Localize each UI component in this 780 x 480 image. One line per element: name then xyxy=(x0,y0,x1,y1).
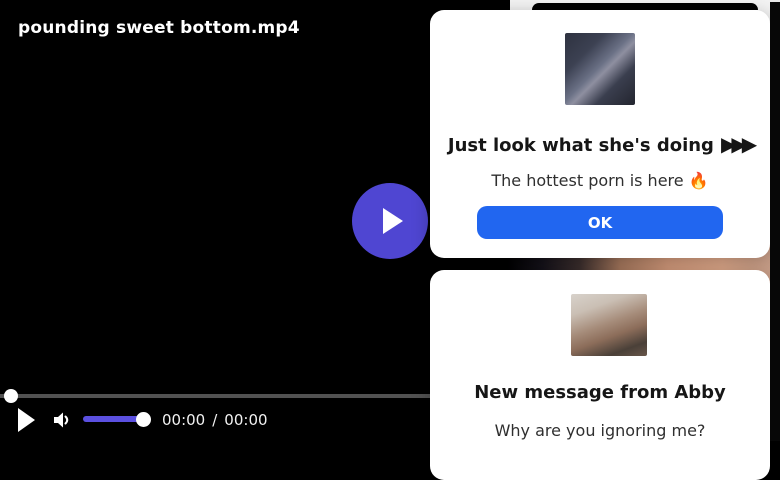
scrollbar-track[interactable] xyxy=(770,0,780,441)
ok-button[interactable]: OK xyxy=(477,206,723,239)
background-embed-top-bar xyxy=(532,3,758,10)
mute-button[interactable] xyxy=(50,408,74,432)
scrollbar-top-cap xyxy=(770,0,780,2)
play-button[interactable] xyxy=(18,408,35,432)
time-display: 00:00 / 00:00 xyxy=(162,411,268,429)
offer-thumbnail-image[interactable] xyxy=(565,33,635,105)
volume-knob[interactable] xyxy=(136,412,151,427)
offer-popup: Just look what she's doing ▶▶▶ The hottes… xyxy=(430,10,770,258)
message-subtext: Why are you ignoring me? xyxy=(494,421,706,440)
time-separator: / xyxy=(212,411,218,429)
big-play-button[interactable] xyxy=(352,183,428,259)
video-title: pounding sweet bottom.mp4 xyxy=(18,18,300,38)
play-icon xyxy=(383,208,403,234)
speaker-icon xyxy=(54,412,69,428)
message-heading: New message from Abby xyxy=(474,382,726,403)
triple-arrow-icon: ▶▶▶ xyxy=(720,132,757,156)
duration: 00:00 xyxy=(224,411,268,429)
seek-knob[interactable] xyxy=(4,389,18,403)
current-time: 00:00 xyxy=(162,411,206,429)
message-thumbnail-image[interactable] xyxy=(571,294,647,356)
message-popup: New message from Abby Why are you ignori… xyxy=(430,270,770,480)
offer-subtext: The hottest porn is here 🔥 xyxy=(491,171,709,190)
offer-heading-text: Just look what she's doing xyxy=(447,135,714,156)
volume-slider[interactable] xyxy=(83,416,140,422)
offer-heading: Just look what she's doing ▶▶▶ xyxy=(430,131,770,159)
